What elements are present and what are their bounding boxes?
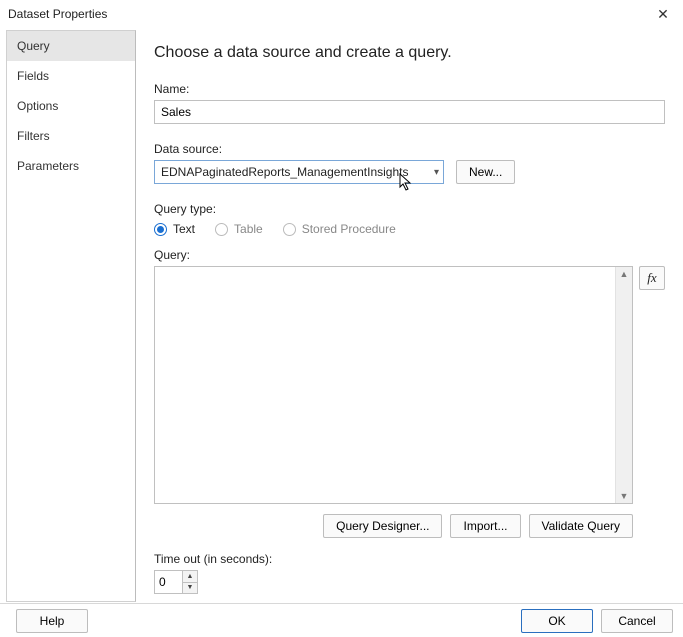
radio-icon (215, 223, 228, 236)
querytype-radio-group: Text Table Stored Procedure (154, 222, 665, 236)
page-heading: Choose a data source and create a query. (154, 44, 665, 62)
radio-label: Table (234, 222, 263, 236)
radio-icon (283, 223, 296, 236)
spinner-up-icon[interactable]: ▲ (183, 571, 197, 583)
scroll-down-icon: ▼ (620, 489, 629, 503)
dialog-body: Query Fields Options Filters Parameters … (0, 28, 683, 604)
query-label: Query: (154, 248, 665, 262)
datasource-label: Data source: (154, 142, 665, 156)
sidebar-item-query[interactable]: Query (7, 31, 135, 61)
import-button[interactable]: Import... (450, 514, 520, 538)
radio-text[interactable]: Text (154, 222, 195, 236)
name-label: Name: (154, 82, 665, 96)
dialog-footer: Help OK Cancel (0, 603, 683, 637)
radio-label: Stored Procedure (302, 222, 396, 236)
close-icon: ✕ (657, 6, 669, 23)
sidebar-item-label: Options (17, 99, 58, 113)
timeout-label: Time out (in seconds): (154, 552, 665, 566)
radio-label: Text (173, 222, 195, 236)
query-designer-button[interactable]: Query Designer... (323, 514, 442, 538)
new-datasource-button[interactable]: New... (456, 160, 515, 184)
querytype-label: Query type: (154, 202, 665, 216)
scroll-up-icon: ▲ (620, 267, 629, 281)
window-title: Dataset Properties (8, 7, 107, 21)
radio-icon (154, 223, 167, 236)
datasource-value: EDNAPaginatedReports_ManagementInsights (161, 165, 408, 179)
sidebar-item-parameters[interactable]: Parameters (7, 151, 135, 181)
help-button[interactable]: Help (16, 609, 88, 633)
sidebar-item-options[interactable]: Options (7, 91, 135, 121)
main-panel: Choose a data source and create a query.… (136, 28, 683, 604)
cancel-button[interactable]: Cancel (601, 609, 673, 633)
titlebar: Dataset Properties ✕ (0, 0, 683, 28)
sidebar-item-filters[interactable]: Filters (7, 121, 135, 151)
name-input[interactable] (154, 100, 665, 124)
chevron-down-icon: ▾ (434, 167, 439, 178)
radio-stored-procedure[interactable]: Stored Procedure (283, 222, 396, 236)
radio-table[interactable]: Table (215, 222, 263, 236)
ok-button[interactable]: OK (521, 609, 593, 633)
query-textarea[interactable]: ▲ ▼ (154, 266, 633, 504)
spinner-buttons[interactable]: ▲ ▼ (182, 570, 198, 594)
spinner-down-icon[interactable]: ▼ (183, 583, 197, 594)
timeout-stepper[interactable]: ▲ ▼ (154, 570, 198, 594)
sidebar-item-label: Parameters (17, 159, 79, 173)
fx-icon: fx (647, 270, 656, 286)
timeout-input[interactable] (154, 570, 182, 594)
sidebar-item-label: Fields (17, 69, 49, 83)
sidebar-item-label: Query (17, 39, 50, 53)
sidebar-item-label: Filters (17, 129, 50, 143)
sidebar: Query Fields Options Filters Parameters (6, 30, 136, 602)
validate-query-button[interactable]: Validate Query (529, 514, 634, 538)
sidebar-item-fields[interactable]: Fields (7, 61, 135, 91)
scrollbar[interactable]: ▲ ▼ (615, 267, 632, 503)
close-button[interactable]: ✕ (651, 4, 675, 24)
expression-button[interactable]: fx (639, 266, 665, 290)
datasource-dropdown[interactable]: EDNAPaginatedReports_ManagementInsights … (154, 160, 444, 184)
